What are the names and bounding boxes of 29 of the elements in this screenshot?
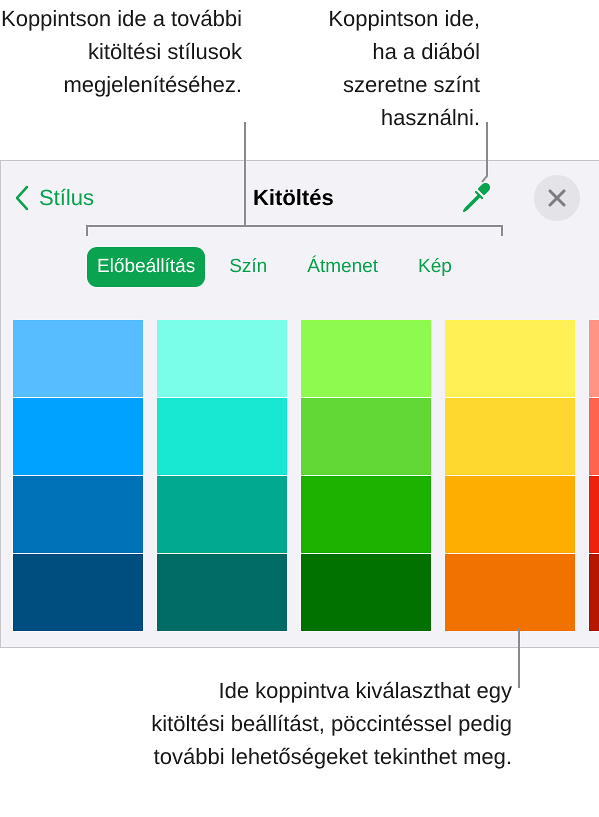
- color-swatch[interactable]: [301, 320, 431, 397]
- color-swatch[interactable]: [157, 320, 287, 397]
- color-swatch[interactable]: [157, 398, 287, 475]
- color-swatch[interactable]: [157, 554, 287, 631]
- color-swatch[interactable]: [13, 320, 143, 397]
- color-swatch[interactable]: [301, 554, 431, 631]
- segment-tab[interactable]: Kép: [402, 247, 468, 287]
- close-icon: [548, 189, 566, 207]
- color-swatch[interactable]: [445, 554, 575, 631]
- color-swatch[interactable]: [445, 398, 575, 475]
- color-swatch[interactable]: [301, 476, 431, 553]
- color-swatch[interactable]: [157, 476, 287, 553]
- back-chevron-icon: [15, 185, 29, 211]
- segment-tab[interactable]: Átmenet: [291, 247, 394, 287]
- color-swatch[interactable]: [13, 476, 143, 553]
- color-swatch[interactable]: [445, 476, 575, 553]
- back-button[interactable]: Stílus: [15, 183, 94, 213]
- segment-tab[interactable]: Szín: [213, 247, 284, 287]
- callout-text: Koppintson ide a további kitöltési stílusok megjelenítéséhez.: [0, 5, 242, 99]
- panel-title: Kitöltés: [253, 184, 334, 212]
- leader-line: [518, 628, 520, 688]
- color-swatch[interactable]: [13, 554, 143, 631]
- callout-text: Ide koppintva kiválaszthat egy kitöltési beállítást, pöccintéssel pedig további lehetőségeket tekinthet meg.: [150, 677, 512, 771]
- callout-text: Koppintson ide, ha a diából szeretne színt használni.: [327, 5, 480, 132]
- close-button[interactable]: [534, 175, 580, 221]
- color-swatch[interactable]: [301, 398, 431, 475]
- color-swatch[interactable]: [445, 320, 575, 397]
- color-swatch[interactable]: [13, 398, 143, 475]
- segment-tab[interactable]: Előbeállítás: [87, 247, 206, 287]
